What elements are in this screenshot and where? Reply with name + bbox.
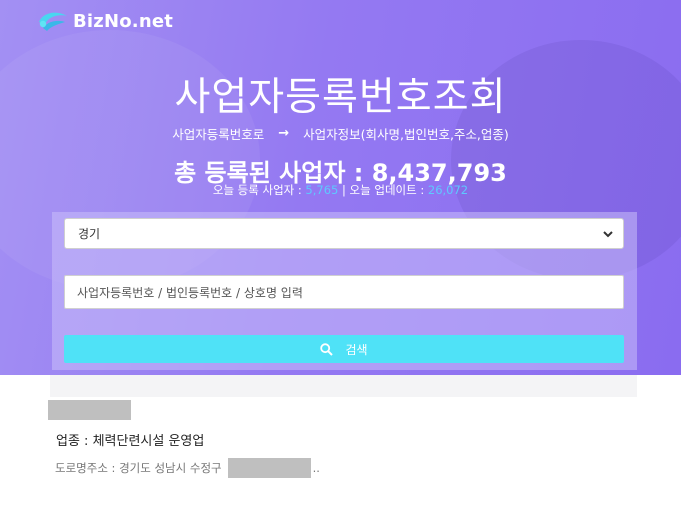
search-placeholder: 사업자등록번호 / 법인등록번호 / 상호명 입력 [77,285,303,300]
hero-banner: BizNo.net 사업자등록번호조회 사업자등록번호로 → 사업자정보(회사명… [0,0,681,375]
redacted-company-name[interactable] [48,400,131,420]
biznet-logo-icon [37,10,69,32]
search-button-label: 검색 [345,342,368,357]
region-selected-value: 경기 [78,227,101,241]
search-input[interactable]: 사업자등록번호 / 법인등록번호 / 상호명 입력 [64,275,624,309]
subtitle-from: 사업자등록번호로 [172,127,265,142]
search-icon [320,342,334,356]
result-address: 도로명주소 : 경기도 성남시 수정구 .. [55,458,320,478]
arrow-right-icon: → [278,126,290,141]
today-value: 5,765 [305,183,339,197]
today-label: 오늘 등록 사업자 : [212,183,306,197]
search-form: 경기 사업자등록번호 / 법인등록번호 / 상호명 입력 검색 [52,212,637,370]
chevron-down-icon [601,227,615,241]
subtitle-to: 사업자정보(회사명,법인번호,주소,업종) [303,127,509,142]
daily-stats: 오늘 등록 사업자 : 5,765 | 오늘 업데이트 : 26,072 [0,182,681,198]
address-ellipsis: .. [312,461,320,475]
site-logo[interactable]: BizNo.net [37,8,173,34]
address-prefix: 도로명주소 : 경기도 성남시 수정구 [55,461,222,475]
stats-separator: | [338,183,350,197]
page-title: 사업자등록번호조회 [174,75,507,120]
brand-name: BizNo.net [73,10,174,32]
search-button[interactable]: 검색 [64,335,624,363]
update-value: 26,072 [427,183,469,197]
region-select[interactable]: 경기 [64,218,624,249]
result-industry: 업종 : 체력단련시설 운영업 [56,434,205,449]
result-header-strip [50,375,637,397]
redacted-address [227,458,311,478]
hero-subtitle: 사업자등록번호로 → 사업자정보(회사명,법인번호,주소,업종) [0,124,681,143]
update-label: 오늘 업데이트 : [349,183,428,197]
